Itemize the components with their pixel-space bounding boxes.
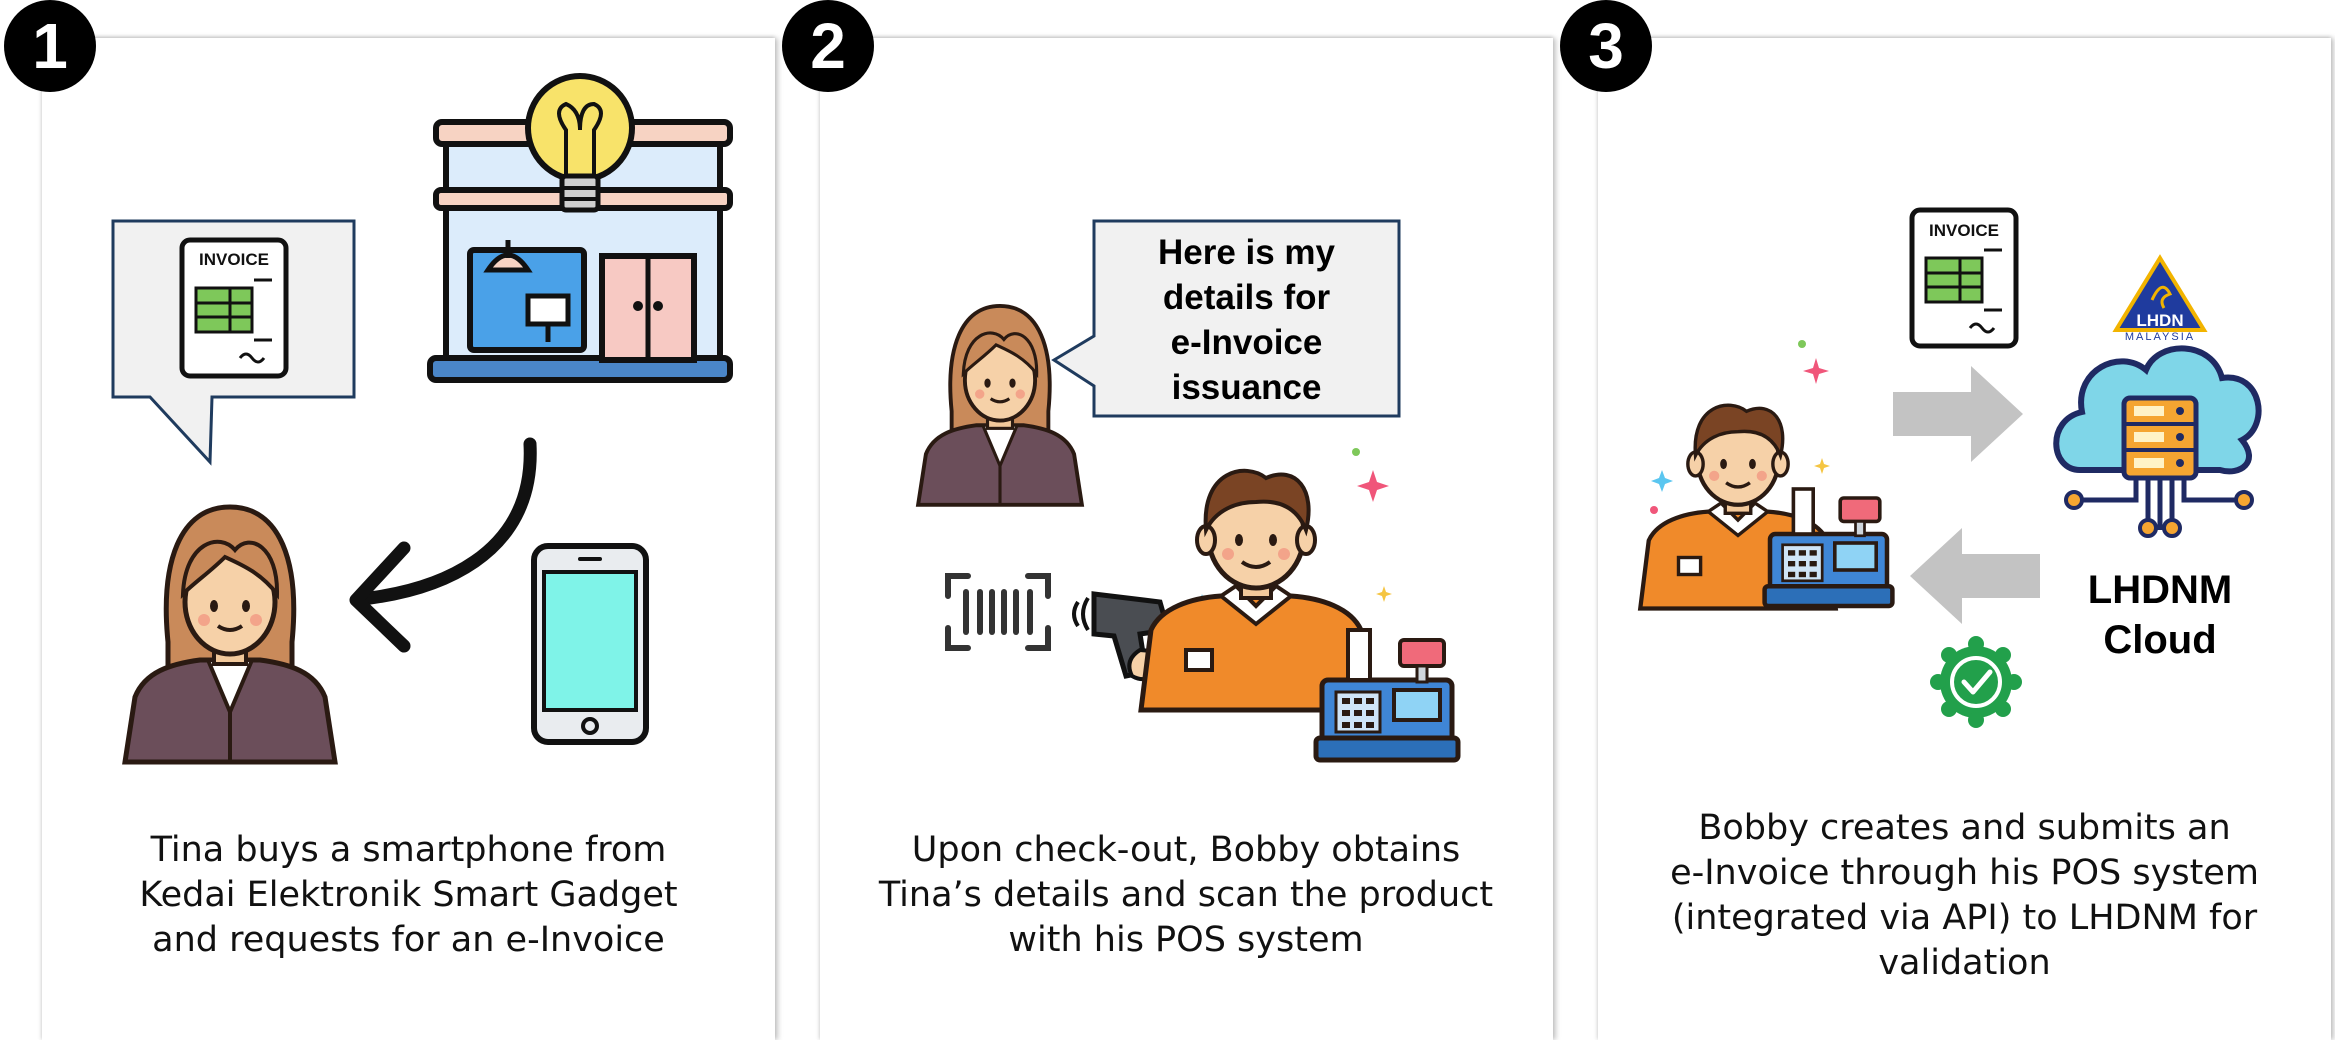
caption-line: validation xyxy=(1878,943,2051,983)
caption-line: and requests for an e-Invoice xyxy=(152,920,665,960)
step-1-caption: Tina buys a smartphone from Kedai Elektr… xyxy=(70,828,747,963)
speech-line: issuance xyxy=(1171,368,1322,407)
cloud-label-line: LHDNM xyxy=(2087,568,2233,612)
caption-line: with his POS system xyxy=(1008,920,1364,960)
validation-check-icon xyxy=(1930,636,2022,728)
details-speech-text: Here is my details for e-Invoice issuanc… xyxy=(1094,230,1399,410)
caption-line: Tina buys a smartphone from xyxy=(150,830,667,870)
speech-line: details for xyxy=(1162,278,1331,317)
bobby-cashier-avatar xyxy=(1141,471,1371,710)
caption-line: Bobby creates and submits an xyxy=(1698,808,2231,848)
cash-register-icon-2 xyxy=(1765,489,1893,606)
lhdn-logo-subtext: MALAYSIA xyxy=(2125,331,2195,343)
response-arrow-icon xyxy=(1910,528,2040,624)
caption-line: Kedai Elektronik Smart Gadget xyxy=(139,875,678,915)
cloud-label-line: Cloud xyxy=(2103,618,2217,662)
step-1-badge: 1 xyxy=(4,0,96,92)
submit-arrow-icon xyxy=(1893,366,2023,462)
step-3-caption: Bobby creates and submits an e-Invoice t… xyxy=(1620,806,2309,986)
caption-line: Tina’s details and scan the product xyxy=(878,875,1494,915)
cloud-server-icon xyxy=(2053,345,2262,538)
tina-customer-avatar-2 xyxy=(916,303,1084,507)
barcode-icon xyxy=(945,573,1051,651)
step-2-caption: Upon check-out, Bobby obtains Tina’s det… xyxy=(842,828,1530,963)
caption-line: Upon check-out, Bobby obtains xyxy=(911,830,1461,870)
curved-arrow-icon xyxy=(349,437,537,653)
step-2-badge: 2 xyxy=(782,0,874,92)
smartphone-icon xyxy=(531,543,649,745)
speech-line: Here is my xyxy=(1157,233,1336,272)
tina-customer-avatar xyxy=(125,507,335,762)
speech-line: e-Invoice xyxy=(1170,323,1323,362)
caption-line: e-Invoice through his POS system xyxy=(1670,853,2259,893)
caption-line: (integrated via API) to LHDNM for xyxy=(1671,898,2258,938)
lhdn-logo-text: LHDN xyxy=(2136,311,2183,330)
lhdnm-cloud-label: LHDNM Cloud xyxy=(2060,565,2260,665)
invoice-label-2: INVOICE xyxy=(1929,221,1999,240)
lhdn-logo: LHDN MALAYSIA xyxy=(2112,254,2208,343)
step-3-badge: 3 xyxy=(1560,0,1652,92)
invoice-label: INVOICE xyxy=(199,250,269,269)
